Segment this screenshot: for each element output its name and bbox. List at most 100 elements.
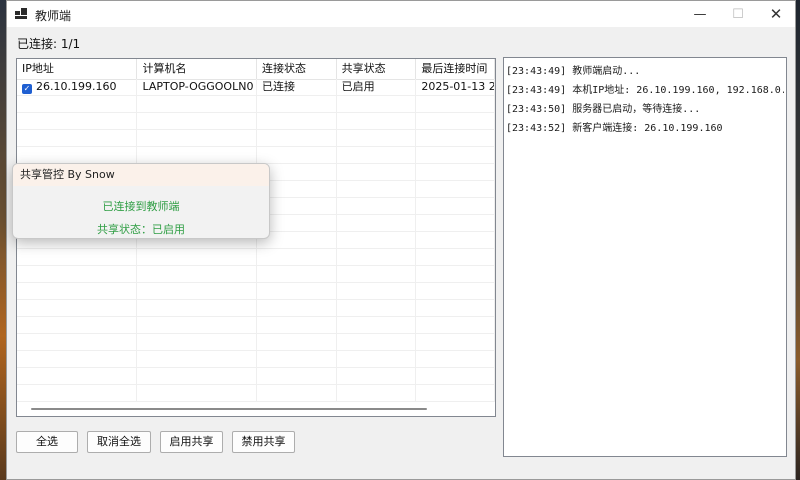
column-header-ip[interactable]: IP地址: [17, 59, 138, 79]
column-header-computer-name[interactable]: 计算机名: [137, 59, 257, 79]
empty-cell: [416, 385, 495, 401]
empty-cell: [416, 232, 495, 248]
empty-cell: [137, 317, 257, 333]
column-header-connection-status[interactable]: 连接状态: [257, 59, 337, 79]
empty-cell: [257, 283, 337, 299]
cell-ip: ✓ 26.10.199.160: [17, 79, 138, 95]
empty-cell: [337, 334, 417, 350]
empty-cell: [17, 368, 138, 384]
empty-cell: [257, 147, 337, 163]
empty-cell: [416, 147, 495, 163]
empty-table-row: [17, 249, 495, 266]
empty-cell: [416, 113, 495, 129]
empty-table-row: [17, 300, 495, 317]
row-checkbox[interactable]: ✓: [22, 84, 32, 94]
empty-cell: [337, 283, 417, 299]
empty-table-row: [17, 266, 495, 283]
empty-cell: [337, 249, 417, 265]
window-title: 教师端: [35, 9, 72, 23]
empty-cell: [137, 130, 257, 146]
empty-cell: [337, 300, 417, 316]
cell-connection-status: 已连接: [257, 79, 337, 95]
empty-cell: [17, 351, 138, 367]
empty-cell: [416, 351, 495, 367]
column-header-last-connected[interactable]: 最后连接时间: [416, 59, 495, 79]
empty-cell: [337, 147, 417, 163]
empty-table-row: [17, 368, 495, 385]
empty-cell: [416, 300, 495, 316]
empty-cell: [257, 249, 337, 265]
empty-cell: [257, 351, 337, 367]
empty-cell: [416, 266, 495, 282]
close-icon: ✕: [769, 5, 783, 23]
disable-share-button[interactable]: 禁用共享: [232, 431, 295, 453]
empty-table-row: [17, 113, 495, 130]
empty-cell: [17, 147, 138, 163]
empty-cell: [337, 351, 417, 367]
popup-title: 共享管控 By Snow: [13, 164, 269, 186]
cell-ip-text: 26.10.199.160: [36, 80, 117, 93]
cell-last-connected: 2025-01-13 23:43: [416, 79, 495, 95]
log-line: [23:43:52] 新客户端连接: 26.10.199.160: [506, 123, 723, 134]
empty-cell: [137, 351, 257, 367]
empty-cell: [257, 130, 337, 146]
empty-cell: [416, 130, 495, 146]
cell-computer-name: LAPTOP-OGGOOLN0: [137, 79, 257, 95]
close-button[interactable]: ✕: [757, 1, 795, 27]
log-line: [23:43:49] 教师端启动...: [506, 66, 641, 77]
popup-connected-message: 已连接到教师端: [102, 200, 180, 213]
empty-cell: [337, 317, 417, 333]
log-line: [23:43:49] 本机IP地址: 26.10.199.160, 192.16…: [506, 85, 784, 96]
log-panel[interactable]: [23:43:49] 教师端启动... [23:43:49] 本机IP地址: 2…: [503, 57, 787, 457]
minimize-button[interactable]: —: [681, 1, 719, 27]
empty-cell: [257, 96, 337, 112]
empty-cell: [17, 96, 138, 112]
deselect-all-button[interactable]: 取消全选: [87, 431, 151, 453]
log-line: [23:43:50] 服务器已启动，等待连接...: [506, 104, 701, 115]
empty-cell: [416, 317, 495, 333]
empty-cell: [137, 113, 257, 129]
empty-cell: [137, 283, 257, 299]
table-header: IP地址 计算机名 连接状态 共享状态 最后连接时间: [17, 59, 495, 80]
empty-cell: [137, 334, 257, 350]
table-row[interactable]: ✓ 26.10.199.160 LAPTOP-OGGOOLN0 已连接 已启用 2…: [17, 79, 495, 96]
empty-cell: [137, 147, 257, 163]
table-body: ✓ 26.10.199.160 LAPTOP-OGGOOLN0 已连接 已启用 2…: [17, 79, 495, 402]
maximize-icon: ☐: [732, 6, 744, 22]
empty-cell: [257, 300, 337, 316]
empty-cell: [416, 334, 495, 350]
empty-cell: [416, 283, 495, 299]
empty-cell: [416, 215, 495, 231]
empty-cell: [337, 198, 417, 214]
empty-cell: [337, 215, 417, 231]
empty-cell: [137, 266, 257, 282]
maximize-button[interactable]: ☐: [719, 1, 757, 27]
empty-cell: [337, 96, 417, 112]
empty-cell: [137, 368, 257, 384]
empty-cell: [337, 385, 417, 401]
horizontal-scrollbar[interactable]: [31, 408, 427, 410]
share-control-popup: 共享管控 By Snow 已连接到教师端 共享状态：已启用: [12, 163, 270, 239]
connection-count: 已连接: 1/1: [17, 37, 81, 51]
empty-cell: [337, 266, 417, 282]
empty-table-row: [17, 385, 495, 402]
empty-cell: [137, 300, 257, 316]
empty-cell: [337, 368, 417, 384]
empty-cell: [416, 249, 495, 265]
column-header-share-status[interactable]: 共享状态: [337, 59, 417, 79]
popup-share-status: 共享状态：已启用: [97, 223, 185, 236]
empty-cell: [416, 368, 495, 384]
empty-cell: [17, 283, 138, 299]
empty-table-row: [17, 334, 495, 351]
select-all-button[interactable]: 全选: [16, 431, 78, 453]
empty-cell: [17, 249, 138, 265]
empty-cell: [257, 385, 337, 401]
empty-cell: [257, 368, 337, 384]
empty-cell: [17, 130, 138, 146]
empty-cell: [257, 113, 337, 129]
title-bar[interactable]: 教师端 — ☐ ✕: [7, 1, 795, 27]
empty-cell: [17, 113, 138, 129]
enable-share-button[interactable]: 启用共享: [160, 431, 223, 453]
empty-cell: [17, 317, 138, 333]
minimize-icon: —: [693, 6, 707, 22]
